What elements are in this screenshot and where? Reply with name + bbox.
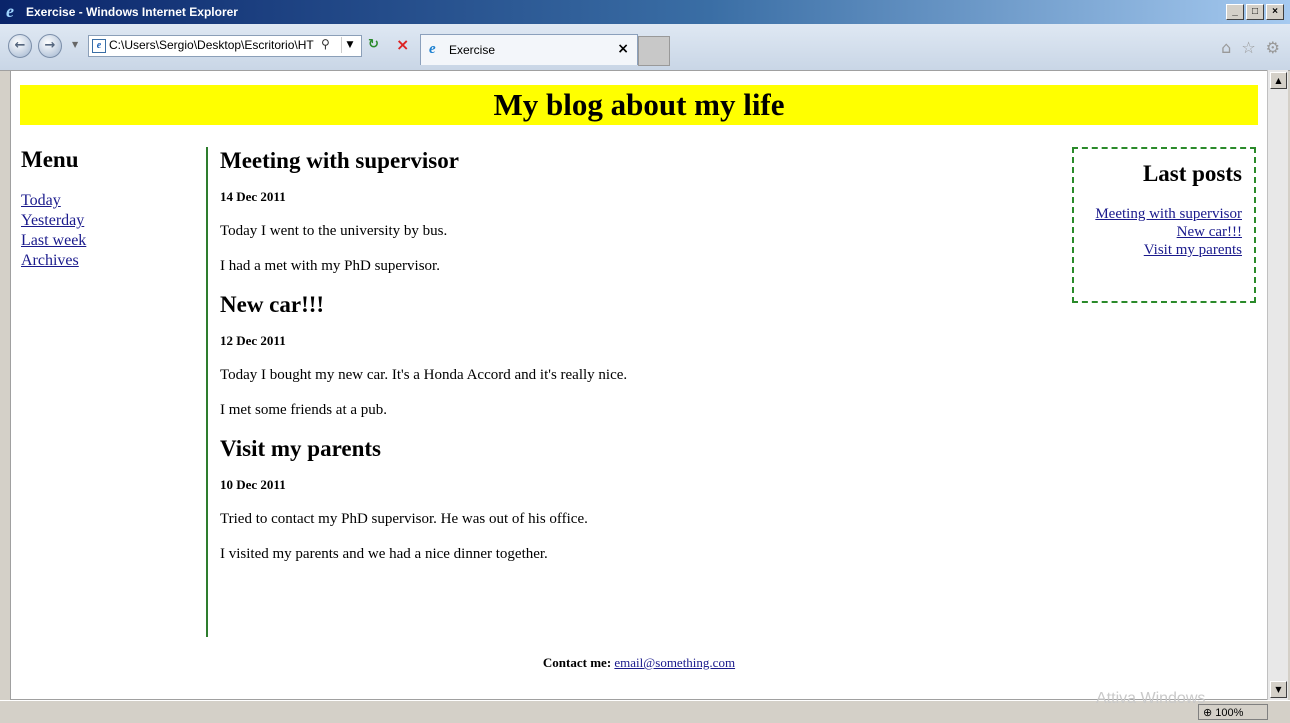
page-footer: Contact me: email@something.com [11, 655, 1267, 671]
last-posts-box: Last posts Meeting with supervisor New c… [1072, 147, 1256, 303]
page-viewport: My blog about my life Menu Today Yesterd… [10, 70, 1268, 700]
menu-link-last-week[interactable]: Last week [21, 231, 191, 251]
search-icon[interactable]: ⚲ [321, 37, 330, 51]
window-title-bar: e Exercise - Windows Internet Explorer _… [0, 0, 1290, 24]
post-paragraph: I met some friends at a pub. [220, 402, 388, 418]
post: New car!!! 12 Dec 2011 Today I bought my… [220, 291, 1060, 419]
last-posts-heading: Last posts [1142, 161, 1242, 186]
post-paragraph: Tried to contact my PhD supervisor. He w… [220, 511, 588, 527]
ie-logo-icon: e [6, 1, 14, 21]
contact-label: Contact me: [542, 655, 612, 670]
recent-pages-dropdown-icon[interactable]: ▼ [72, 40, 80, 49]
menu-link-archives[interactable]: Archives [21, 251, 191, 271]
posts-column: Meeting with supervisor 14 Dec 2011 Toda… [206, 147, 1060, 637]
home-icon[interactable]: ⌂ [1221, 38, 1231, 57]
left-menu: Menu Today Yesterday Last week Archives [21, 147, 191, 271]
address-bar: e ⚲ ▼ [88, 35, 362, 57]
scroll-down-icon[interactable]: ▼ [1270, 681, 1287, 698]
tab-exercise[interactable]: e Exercise × [420, 34, 638, 65]
zoom-level-control[interactable]: ⊕ 100% [1198, 704, 1268, 720]
scroll-up-icon[interactable]: ▲ [1270, 72, 1287, 89]
page-title: My blog about my life [20, 85, 1258, 125]
post-paragraph: Today I bought my new car. It's a Honda … [220, 367, 628, 383]
post-title: Meeting with supervisor [220, 148, 459, 173]
zoom-value: 100% [1215, 707, 1244, 719]
last-post-link-new-car[interactable]: New car!!! [1086, 223, 1242, 241]
tools-gear-icon[interactable]: ⚙ [1266, 38, 1280, 57]
close-button[interactable]: × [1266, 4, 1284, 20]
post-title: New car!!! [220, 292, 325, 317]
favorites-star-icon[interactable]: ☆ [1241, 38, 1255, 57]
tab-favicon-icon: e [429, 41, 436, 57]
post-paragraph: Today I went to the university by bus. [220, 223, 448, 239]
post-title: Visit my parents [220, 436, 381, 461]
address-input[interactable] [109, 36, 319, 54]
contact-email-link[interactable]: email@something.com [614, 655, 735, 670]
minimize-button[interactable]: _ [1226, 4, 1244, 20]
post: Visit my parents 10 Dec 2011 Tried to co… [220, 435, 1060, 563]
tab-close-button[interactable]: × [617, 41, 629, 57]
forward-button[interactable]: → [38, 34, 62, 58]
back-button[interactable]: ← [8, 34, 32, 58]
window-title: Exercise - Windows Internet Explorer [26, 5, 238, 19]
menu-link-yesterday[interactable]: Yesterday [21, 211, 191, 231]
zoom-icon: ⊕ [1203, 707, 1213, 719]
post-paragraph: I had a met with my PhD supervisor. [220, 258, 440, 274]
last-post-link-visit-parents[interactable]: Visit my parents [1086, 241, 1242, 259]
last-post-link-meeting[interactable]: Meeting with supervisor [1086, 205, 1242, 223]
command-icons: ⌂ ☆ ⚙ [1221, 38, 1280, 57]
browser-toolbar: ← → ▼ e ⚲ ▼ ↻ × e Exercise × ⌂ ☆ ⚙ [0, 24, 1290, 71]
post-date: 12 Dec 2011 [220, 333, 286, 348]
maximize-button[interactable]: □ [1246, 4, 1264, 20]
activation-watermark: Attiva Windows [1096, 690, 1206, 707]
new-tab-button[interactable] [638, 36, 670, 66]
page-favicon-icon: e [92, 39, 106, 53]
menu-heading: Menu [21, 147, 79, 172]
post-date: 10 Dec 2011 [220, 477, 286, 492]
tab-label: Exercise [449, 43, 496, 57]
address-dropdown-button[interactable]: ▼ [341, 37, 358, 53]
menu-link-today[interactable]: Today [21, 191, 191, 211]
post: Meeting with supervisor 14 Dec 2011 Toda… [220, 147, 1060, 275]
post-date: 14 Dec 2011 [220, 189, 286, 204]
vertical-scrollbar[interactable]: ▲ ▼ [1267, 70, 1288, 700]
window-controls: _ □ × [1226, 4, 1284, 20]
refresh-icon[interactable]: ↻ [368, 37, 379, 52]
post-paragraph: I visited my parents and we had a nice d… [220, 546, 548, 562]
stop-icon[interactable]: × [396, 35, 409, 54]
